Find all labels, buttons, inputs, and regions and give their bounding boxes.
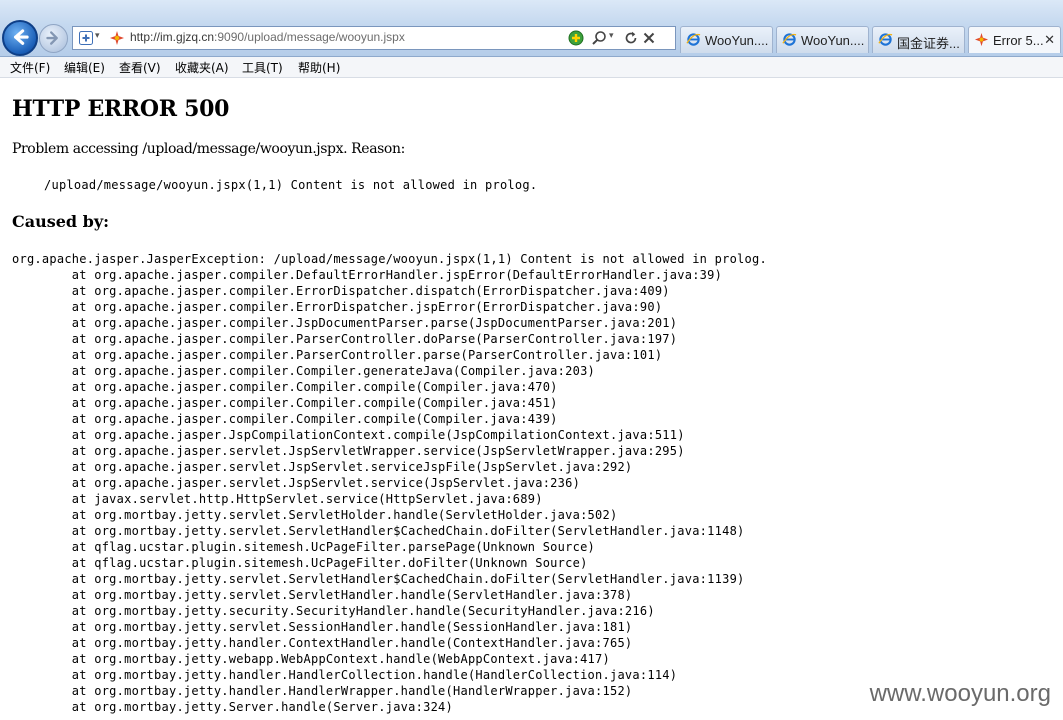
- stack-frame: at org.mortbay.jetty.servlet.ServletHand…: [71, 588, 633, 602]
- stack-frame: at org.apache.jasper.JspCompilationConte…: [71, 428, 685, 442]
- menu-tools[interactable]: 工具(T): [242, 59, 283, 76]
- ie-icon: [878, 33, 893, 46]
- stack-frame: at org.apache.jasper.compiler.ErrorDispa…: [71, 300, 663, 314]
- dropdown-arrow-icon[interactable]: ▾: [95, 31, 100, 41]
- tab-label: 国金证券...: [897, 36, 960, 51]
- ie-icon: [782, 33, 797, 46]
- exception-line: org.apache.jasper.JasperException: /uplo…: [12, 252, 767, 266]
- stack-frame: at org.apache.jasper.servlet.JspServlet.…: [71, 476, 581, 490]
- stack-frame: at org.mortbay.jetty.handler.HandlerColl…: [71, 668, 678, 682]
- stack-frame: at org.apache.jasper.compiler.Compiler.c…: [71, 412, 558, 426]
- tab-label: WooYun....: [801, 33, 865, 48]
- stack-frame: at org.mortbay.jetty.servlet.ServletHand…: [71, 524, 745, 538]
- stack-frame: at org.mortbay.jetty.Server.handle(Serve…: [71, 700, 454, 714]
- error-reason: Problem accessing /upload/message/wooyun…: [12, 141, 405, 157]
- tab-wooyun-2[interactable]: WooYun....: [776, 26, 869, 53]
- ie-icon: [686, 33, 701, 46]
- refresh-icon[interactable]: [623, 30, 639, 46]
- search-dropdown-icon[interactable]: ▾: [609, 31, 614, 41]
- stack-frame: at org.mortbay.jetty.webapp.WebAppContex…: [71, 652, 610, 666]
- watermark: www.wooyun.org: [867, 680, 1053, 708]
- stack-frame: at qflag.ucstar.plugin.sitemesh.UcPageFi…: [71, 556, 588, 570]
- address-bar[interactable]: ▾ http://im.gjzq.cn:9090/upload/message/…: [72, 26, 676, 50]
- close-tab-icon[interactable]: ✕: [1044, 32, 1055, 48]
- forward-arrow-icon: [46, 31, 58, 45]
- menu-view[interactable]: 查看(V): [119, 59, 161, 76]
- stack-frame: at org.apache.jasper.compiler.ParserCont…: [71, 332, 678, 346]
- tab-wooyun-1[interactable]: WooYun....: [680, 26, 773, 53]
- stack-frame: at org.apache.jasper.compiler.Compiler.c…: [71, 380, 558, 394]
- stack-frame: at org.mortbay.jetty.security.SecurityHa…: [71, 604, 655, 618]
- menu-edit[interactable]: 编辑(E): [64, 59, 105, 76]
- stop-icon[interactable]: [641, 30, 657, 46]
- compatibility-view-icon[interactable]: [568, 30, 584, 46]
- tab-label: Error 5...: [993, 33, 1044, 48]
- stack-frame: at org.mortbay.jetty.servlet.ServletHand…: [71, 572, 745, 586]
- url-text[interactable]: http://im.gjzq.cn:9090/upload/message/wo…: [130, 30, 405, 44]
- stack-frame: at org.apache.jasper.compiler.Compiler.g…: [71, 364, 596, 378]
- add-page-icon[interactable]: [78, 30, 94, 46]
- stack-frame: at org.mortbay.jetty.handler.HandlerWrap…: [71, 684, 633, 698]
- stack-frame: at org.apache.jasper.compiler.ParserCont…: [71, 348, 663, 362]
- error-message: /upload/message/wooyun.jspx(1,1) Content…: [44, 178, 538, 192]
- stack-frame: at org.mortbay.jetty.servlet.ServletHold…: [71, 508, 618, 522]
- stack-frame: at org.apache.jasper.compiler.ErrorDispa…: [71, 284, 670, 298]
- caused-by-heading: Caused by:: [12, 212, 110, 231]
- back-button[interactable]: [2, 20, 38, 56]
- menu-bar: 文件(F) 编辑(E) 查看(V) 收藏夹(A) 工具(T) 帮助(H): [0, 57, 1063, 78]
- stack-frame: at javax.servlet.http.HttpServlet.servic…: [71, 492, 543, 506]
- tab-label: WooYun....: [705, 33, 769, 48]
- stack-frame: at org.apache.jasper.compiler.DefaultErr…: [71, 268, 723, 282]
- site-favicon-icon: [110, 31, 124, 45]
- stack-frame: at qflag.ucstar.plugin.sitemesh.UcPageFi…: [71, 540, 596, 554]
- back-arrow-icon: [14, 29, 29, 45]
- menu-help[interactable]: 帮助(H): [298, 59, 340, 76]
- page-title: HTTP ERROR 500: [12, 96, 230, 122]
- browser-toolbar: ▾ http://im.gjzq.cn:9090/upload/message/…: [0, 0, 1063, 57]
- stack-frame: at org.apache.jasper.servlet.JspServlet.…: [71, 460, 633, 474]
- stack-frame: at org.apache.jasper.compiler.JspDocumen…: [71, 316, 678, 330]
- tab-error-active[interactable]: Error 5... ✕: [968, 26, 1061, 53]
- tab-guojin[interactable]: 国金证券...: [872, 26, 965, 53]
- forward-button[interactable]: [39, 24, 68, 53]
- stack-frame: at org.mortbay.jetty.handler.ContextHand…: [71, 636, 633, 650]
- site-favicon-icon: [974, 32, 989, 47]
- page-content: HTTP ERROR 500 Problem accessing /upload…: [12, 78, 1052, 715]
- search-icon[interactable]: [591, 30, 607, 46]
- menu-favorites[interactable]: 收藏夹(A): [175, 59, 229, 76]
- stack-frame: at org.apache.jasper.compiler.Compiler.c…: [71, 396, 558, 410]
- stack-trace: org.apache.jasper.JasperException: /uplo…: [12, 251, 1052, 715]
- menu-file[interactable]: 文件(F): [10, 59, 50, 76]
- stack-frame: at org.apache.jasper.servlet.JspServletW…: [71, 444, 685, 458]
- stack-frame: at org.mortbay.jetty.servlet.SessionHand…: [71, 620, 633, 634]
